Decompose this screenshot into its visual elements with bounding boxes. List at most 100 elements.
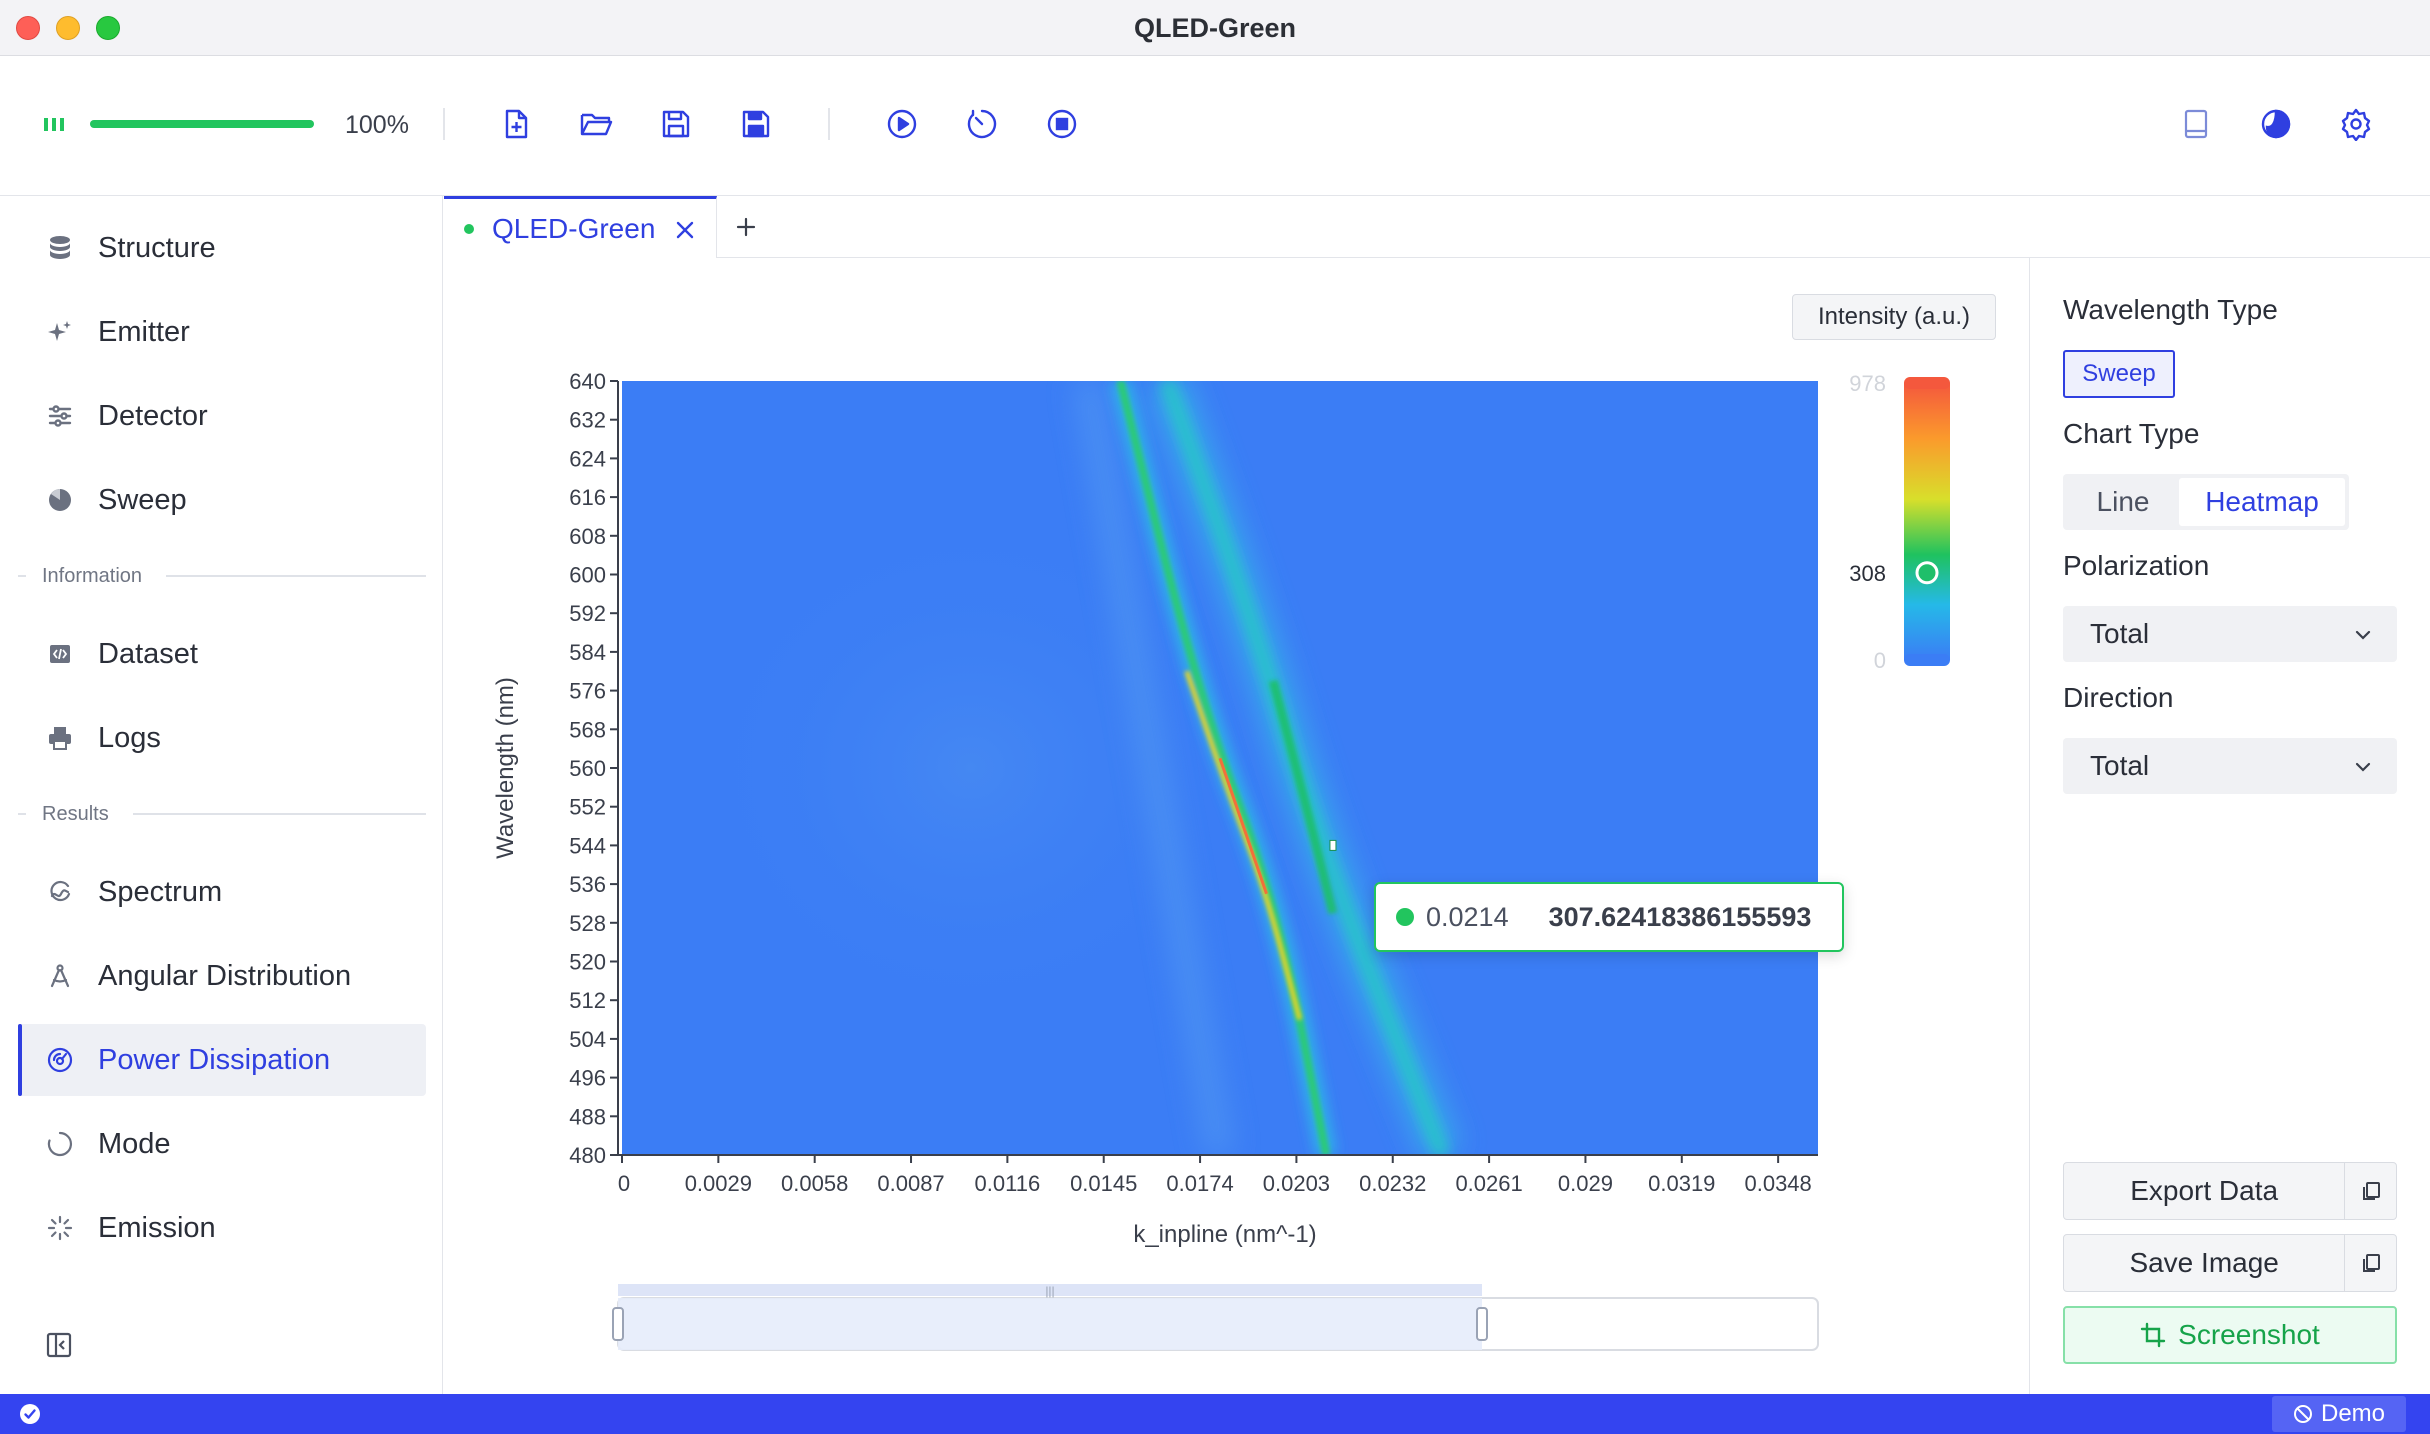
- y-tick-label: 528: [569, 911, 606, 936]
- y-tick-label: 592: [569, 601, 606, 626]
- sidebar-item-power-dissipation[interactable]: Power Dissipation: [18, 1024, 426, 1096]
- colorbar-min-handle: [1904, 654, 1950, 666]
- copy-icon[interactable]: [2344, 1163, 2396, 1219]
- burst-icon: [46, 1214, 74, 1242]
- y-tick-label: 632: [569, 408, 606, 433]
- loader-icon: [46, 1130, 74, 1158]
- panel-icon[interactable]: [2176, 104, 2216, 144]
- x-tick-label: 0.0203: [1263, 1171, 1330, 1196]
- sidebar-item-emission[interactable]: Emission: [18, 1192, 426, 1264]
- wavelength-type-label: Wavelength Type: [2063, 294, 2278, 325]
- save-icon[interactable]: [656, 104, 696, 144]
- colorbar-max-handle: [1904, 377, 1950, 389]
- save-as-icon[interactable]: [736, 104, 776, 144]
- sidebar-item-label: Logs: [98, 721, 161, 754]
- stop-icon[interactable]: [1042, 104, 1082, 144]
- theme-icon[interactable]: [2256, 104, 2296, 144]
- toolbar-separator: [443, 108, 445, 140]
- chart-tooltip: 0.0214 307.62418386155593: [1374, 882, 1844, 952]
- database-icon: [46, 234, 74, 262]
- direction-value: Total: [2090, 750, 2150, 781]
- compass-icon: [46, 962, 74, 990]
- direction-label: Direction: [2063, 682, 2174, 713]
- chevron-down-icon: [2351, 754, 2375, 778]
- tab-qled-green[interactable]: QLED-Green: [444, 196, 717, 258]
- tooltip-marker: [1396, 908, 1414, 926]
- save-image-label: Save Image: [2129, 1247, 2279, 1278]
- colorbar: [1904, 383, 1950, 660]
- hover-cell-marker: [1329, 839, 1337, 851]
- screenshot-button[interactable]: Screenshot: [2063, 1306, 2397, 1364]
- open-folder-icon[interactable]: [576, 104, 616, 144]
- sidebar-item-sweep[interactable]: Sweep: [18, 464, 426, 536]
- demo-badge[interactable]: Demo: [2272, 1396, 2406, 1432]
- y-tick-label: 624: [569, 446, 606, 471]
- x-tick-label: 0: [618, 1171, 630, 1196]
- sidebar: Structure Emitter Detector Sweep Informa…: [0, 196, 443, 1394]
- zoom-slider-handle[interactable]: [612, 1307, 624, 1341]
- sidebar-item-structure[interactable]: Structure: [18, 212, 426, 284]
- chart-type-label: Chart Type: [2063, 418, 2200, 449]
- y-tick-label: 608: [569, 524, 606, 549]
- sweep-button[interactable]: Sweep: [2063, 350, 2175, 398]
- chart-area: 480 488 496 504 512 520 528 536 544 552 560 568 576 5…: [444, 258, 2029, 1394]
- sidebar-item-dataset[interactable]: Dataset: [18, 618, 426, 690]
- sidebar-item-logs[interactable]: Logs: [18, 702, 426, 774]
- polarization-value: Total: [2090, 618, 2150, 649]
- chart-type-line[interactable]: Line: [2067, 478, 2179, 526]
- tooltip-y-value: 307.62418386155593: [1548, 901, 1812, 932]
- chart-type-segmented: Line Heatmap: [2063, 474, 2349, 530]
- window-title: QLED-Green: [1133, 13, 1297, 43]
- polarization-label: Polarization: [2063, 550, 2210, 581]
- sidebar-item-label: Emission: [98, 1211, 216, 1244]
- y-tick-label: 568: [569, 717, 606, 742]
- close-tab-icon[interactable]: [673, 217, 697, 241]
- sidebar-item-angular-distribution[interactable]: Angular Distribution: [18, 940, 426, 1012]
- x-tick-label: 0.0145: [1070, 1171, 1137, 1196]
- unsaved-dot-icon: [464, 223, 474, 234]
- y-tick-label: 536: [569, 872, 606, 897]
- sidebar-item-label: Detector: [98, 399, 208, 432]
- sidebar-item-detector[interactable]: Detector: [18, 380, 426, 452]
- gauge-icon: [46, 1046, 74, 1074]
- new-file-icon[interactable]: [496, 104, 536, 144]
- tab-label: QLED-Green: [492, 212, 656, 244]
- toolbar-separator: [828, 108, 830, 140]
- add-tab-icon[interactable]: [729, 210, 763, 244]
- sidebar-item-spectrum[interactable]: Spectrum: [18, 856, 426, 928]
- section-information: Information: [18, 561, 426, 591]
- y-tick-label: 520: [569, 950, 606, 975]
- section-results: Results: [18, 799, 426, 829]
- direction-select[interactable]: Total: [2063, 738, 2397, 794]
- copy-icon[interactable]: [2344, 1235, 2396, 1291]
- progress-bar: [90, 120, 314, 128]
- colorbar-current-indicator: [1915, 561, 1939, 585]
- x-tick-label: 0.0174: [1166, 1171, 1233, 1196]
- intensity-button[interactable]: Intensity (a.u.): [1792, 294, 1996, 340]
- sidebar-item-emitter[interactable]: Emitter: [18, 296, 426, 368]
- export-data-label: Export Data: [2130, 1175, 2279, 1206]
- settings-panel: Wavelength Type Sweep Chart Type Line He…: [2029, 258, 2430, 1394]
- y-tick-label: 496: [569, 1066, 606, 1091]
- pie-icon: [46, 486, 74, 514]
- title-bar: QLED-Green: [0, 0, 2430, 56]
- sidebar-item-label: Dataset: [98, 637, 198, 670]
- polarization-select[interactable]: Total: [2063, 606, 2397, 662]
- progress-fill: [90, 120, 314, 128]
- timer-icon[interactable]: [962, 104, 1002, 144]
- tab-bar: QLED-Green: [444, 196, 2430, 258]
- chart-type-heatmap[interactable]: Heatmap: [2179, 478, 2345, 526]
- check-circle-icon: [20, 1404, 40, 1424]
- run-icon[interactable]: [882, 104, 922, 144]
- settings-gear-icon[interactable]: [2336, 104, 2376, 144]
- tooltip-x-value: 0.0214: [1426, 901, 1509, 932]
- heatmap-chart[interactable]: 480 488 496 504 512 520 528 536 544 552 560 568 576 5…: [444, 258, 2029, 1394]
- x-tick-label: 0.0116: [975, 1171, 1041, 1196]
- collapse-sidebar-icon[interactable]: [44, 1330, 74, 1360]
- code-file-icon: [46, 640, 74, 668]
- save-image-button[interactable]: Save Image: [2063, 1234, 2397, 1292]
- sidebar-item-mode[interactable]: Mode: [18, 1108, 426, 1180]
- zoom-slider-handle[interactable]: [1476, 1307, 1488, 1341]
- export-data-button[interactable]: Export Data: [2063, 1162, 2397, 1220]
- x-tick-label: 0.0029: [685, 1171, 752, 1196]
